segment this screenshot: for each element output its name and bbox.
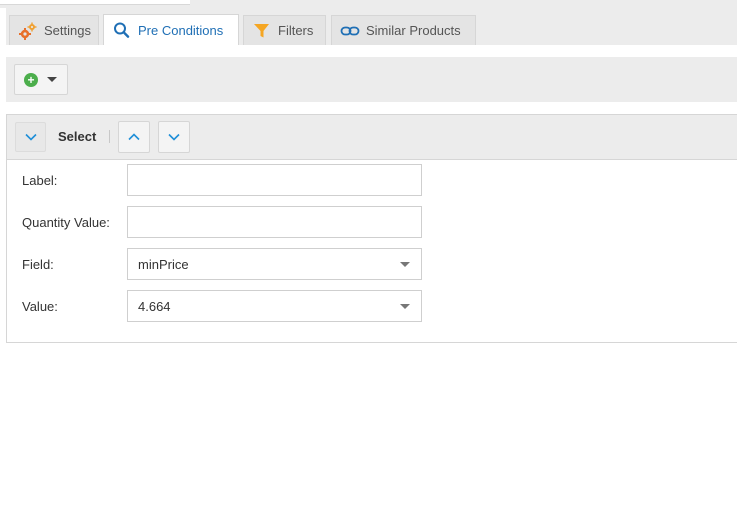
value-row: Value: 4.664 [7,290,427,322]
plus-circle-icon: + [24,72,38,87]
tab-settings-label: Settings [44,23,91,38]
tab-settings[interactable]: Settings [9,15,99,45]
field-field-label: Field: [22,257,54,272]
tab-filters[interactable]: Filters [243,15,326,45]
tab-pre-conditions-label: Pre Conditions [138,22,224,38]
value-select[interactable]: 4.664 [127,290,422,322]
funnel-icon [252,22,272,40]
field-row: Field: minPrice [7,248,427,280]
dropdown-arrow-icon [400,262,410,267]
tab-bar: Settings Pre Conditions Filters Similar … [6,8,737,45]
add-condition-button[interactable]: + [14,64,68,95]
tab-similar-products[interactable]: Similar Products [331,15,476,45]
quantity-value-input[interactable] [127,206,422,238]
quantity-field-label: Quantity Value: [22,215,110,230]
tab-pre-conditions[interactable]: Pre Conditions [103,14,239,45]
link-icon [340,22,360,40]
move-down-button[interactable] [158,121,190,153]
label-input[interactable] [127,164,422,196]
quantity-row: Quantity Value: [7,206,427,238]
caret-down-icon [47,77,57,82]
panel-title: Select [58,129,97,144]
condition-panel: Select Label: Quantity Value: Field: min… [6,114,737,343]
move-up-button[interactable] [118,121,150,153]
collapse-button[interactable] [15,122,46,152]
chevron-down-icon [168,133,180,141]
field-select[interactable]: minPrice [127,248,422,280]
toolbar: + [6,57,737,102]
top-strip-divider [0,4,190,5]
label-row: Label: [7,164,427,196]
value-select-value: 4.664 [138,298,171,314]
dropdown-arrow-icon [400,304,410,309]
value-field-label: Value: [22,299,58,314]
chevron-down-icon [24,133,37,141]
label-field-label: Label: [22,173,58,188]
condition-panel-header: Select [7,115,737,160]
tab-similar-products-label: Similar Products [366,23,461,38]
tab-filters-label: Filters [278,23,314,38]
field-select-value: minPrice [138,256,189,272]
search-icon [112,21,132,39]
gears-icon [18,22,38,40]
top-strip [0,0,737,8]
title-separator [109,130,110,143]
chevron-up-icon [128,133,140,141]
